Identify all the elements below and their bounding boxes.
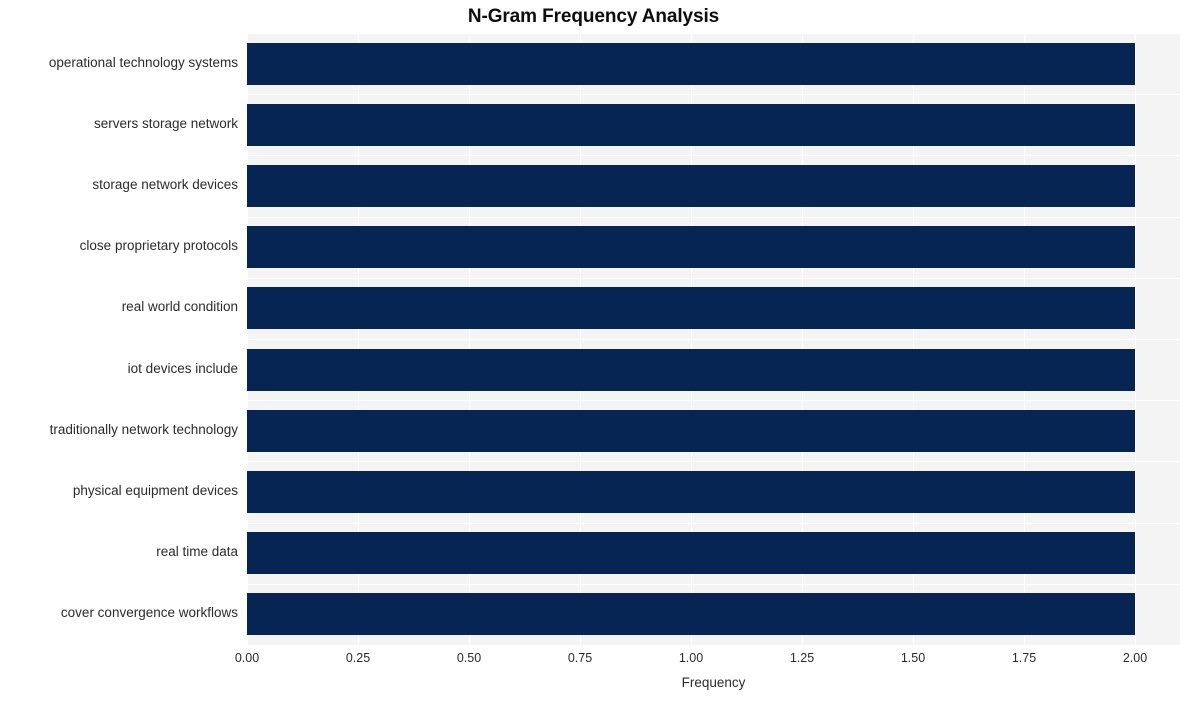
page-title: N-Gram Frequency Analysis	[467, 6, 720, 27]
bar	[247, 532, 1135, 575]
y-axis-tick-label: storage network devices	[92, 177, 238, 192]
bar	[247, 471, 1135, 513]
gridline-horizontal	[247, 33, 1180, 34]
bar	[247, 348, 1135, 391]
gridline-horizontal	[247, 278, 1180, 279]
plot-area	[247, 33, 1180, 645]
gridline-horizontal	[247, 339, 1180, 340]
chart-figure: N-Gram Frequency Analysis operational te…	[0, 0, 1187, 701]
gridline-horizontal	[247, 523, 1180, 524]
x-axis-tick-label: 1.00	[678, 651, 704, 665]
bar	[247, 593, 1135, 636]
y-axis-tick-label: servers storage network	[93, 115, 238, 131]
bar	[247, 42, 1135, 85]
x-axis-tick-label: 0.25	[345, 651, 371, 665]
y-axis-tick-label: real world condition	[121, 299, 238, 315]
y-axis-tick-label: physical equipment devices	[72, 483, 238, 498]
gridline-horizontal	[247, 584, 1180, 585]
y-axis-tick-label: traditionally network technology	[49, 421, 238, 437]
gridline-horizontal	[247, 155, 1180, 156]
y-axis-tick-label: cover convergence workflows	[60, 605, 238, 621]
y-axis-tick-label: iot devices include	[127, 360, 238, 376]
x-axis-tick-label: 1.25	[789, 651, 815, 665]
bar	[247, 287, 1135, 330]
x-axis-tick-label: 2.00	[1122, 651, 1148, 665]
x-axis-tick-label: 0.50	[456, 651, 482, 665]
gridline-horizontal	[247, 217, 1180, 218]
bar	[247, 409, 1135, 452]
x-axis-tick-label: 1.50	[900, 651, 926, 665]
x-axis-title: Frequency	[681, 675, 746, 690]
x-axis-tick-label: 0.75	[567, 651, 593, 665]
y-axis-tick-label: real time data	[156, 544, 238, 560]
gridline-horizontal	[247, 400, 1180, 401]
bar	[247, 103, 1135, 146]
y-axis-tick-label: operational technology systems	[48, 54, 238, 70]
x-axis-tick-label: 1.75	[1011, 651, 1037, 665]
bar	[247, 226, 1135, 269]
bar	[247, 165, 1135, 207]
y-axis-tick-label: close proprietary protocols	[79, 238, 238, 254]
gridline-horizontal	[247, 461, 1180, 462]
gridline-horizontal	[247, 94, 1180, 95]
x-axis-tick-label: 0.00	[234, 651, 260, 665]
